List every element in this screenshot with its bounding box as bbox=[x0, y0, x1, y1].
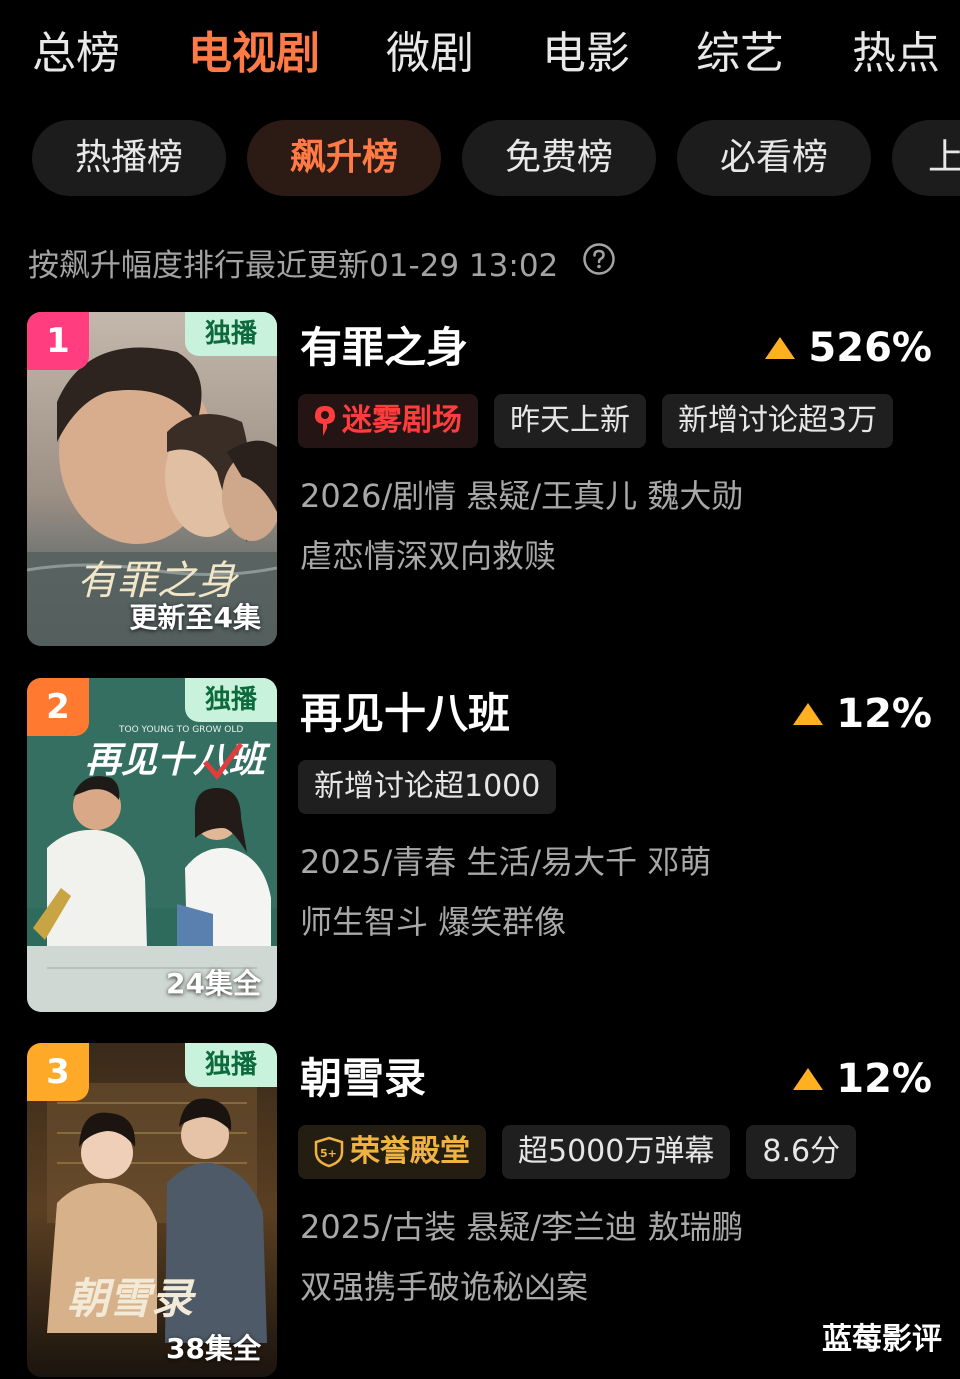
tab-hot[interactable]: 热点 bbox=[852, 26, 940, 82]
rank-badge: 1 bbox=[27, 312, 89, 370]
tag: 8.6分 bbox=[746, 1125, 857, 1179]
tab-overall[interactable]: 总榜 bbox=[32, 26, 120, 82]
tag-label: 迷雾剧场 bbox=[342, 403, 462, 438]
trend-up-icon bbox=[793, 1068, 824, 1090]
tag-label: 荣誉殿堂 bbox=[350, 1134, 470, 1169]
ranking-hint: 按飙升幅度排行最近更新01-29 13:02 bbox=[28, 242, 616, 288]
tab-must-watch[interactable]: 必看榜 bbox=[677, 120, 871, 196]
svg-text:5+: 5+ bbox=[320, 1147, 337, 1160]
item-meta: 2025/古装 悬疑/李兰迪 敖瑞鹏 bbox=[300, 1208, 744, 1246]
trend-value: 12% bbox=[836, 691, 932, 737]
help-icon[interactable] bbox=[582, 242, 616, 288]
tab-micro-drama[interactable]: 微剧 bbox=[386, 26, 474, 82]
tag: 新增讨论超1000 bbox=[298, 760, 557, 814]
tag: 迷雾剧场 bbox=[298, 394, 478, 448]
episode-status: 38集全 bbox=[166, 1332, 261, 1365]
item-slogan: 虐恋情深双向救赎 bbox=[300, 537, 557, 575]
tag: 超5000万弹幕 bbox=[502, 1125, 731, 1179]
tab-tv-series[interactable]: 电视剧 bbox=[188, 26, 320, 82]
ranking-item[interactable]: TOO YOUNG TO GROW OLD 再见十八班 2 独播 24集全 再见… bbox=[0, 678, 960, 1014]
trend: 526% bbox=[764, 320, 932, 376]
tab-rising[interactable]: 飙升榜 bbox=[247, 120, 441, 196]
tab-variety[interactable]: 综艺 bbox=[696, 26, 784, 82]
trend-up-icon bbox=[793, 703, 824, 725]
trend-value: 526% bbox=[808, 325, 932, 371]
tab-free[interactable]: 免费榜 bbox=[462, 120, 656, 196]
item-slogan: 双强携手破诡秘凶案 bbox=[300, 1268, 589, 1306]
tab-partial[interactable]: 上 bbox=[892, 120, 960, 196]
poster-subtitle: TOO YOUNG TO GROW OLD bbox=[118, 725, 243, 735]
exclusive-badge: 独播 bbox=[185, 678, 277, 722]
tag: 新增讨论超3万 bbox=[662, 394, 894, 448]
tag-list: 5+ 荣誉殿堂 超5000万弹幕 8.6分 bbox=[298, 1125, 872, 1179]
watermark: 蓝莓影评 bbox=[822, 1322, 942, 1357]
episode-status: 24集全 bbox=[166, 967, 261, 1000]
trend: 12% bbox=[792, 1051, 932, 1107]
top-category-tabs: 总榜 电视剧 微剧 电影 综艺 热点 bbox=[0, 0, 960, 110]
episode-status: 更新至4集 bbox=[129, 601, 261, 634]
hint-text: 按飙升幅度排行最近更新01-29 13:02 bbox=[28, 248, 559, 284]
poster[interactable]: 朝雪录 3 独播 38集全 bbox=[27, 1043, 277, 1377]
trend: 12% bbox=[792, 686, 932, 742]
exclusive-badge: 独播 bbox=[185, 312, 277, 356]
poster-title-art: 再见十八班 bbox=[85, 740, 271, 781]
item-meta: 2025/青春 生活/易大千 邓萌 bbox=[300, 843, 712, 881]
honor-shield-icon: 5+ bbox=[314, 1136, 344, 1168]
item-slogan: 师生智斗 爆笑群像 bbox=[300, 903, 567, 941]
tag: 昨天上新 bbox=[494, 394, 646, 448]
poster[interactable]: 有罪之身 1 独播 更新至4集 bbox=[27, 312, 277, 646]
theater-logo-icon bbox=[315, 406, 335, 436]
tab-hot-play[interactable]: 热播榜 bbox=[32, 120, 226, 196]
tag: 5+ 荣誉殿堂 bbox=[298, 1125, 486, 1179]
tag-list: 迷雾剧场 昨天上新 新增讨论超3万 bbox=[298, 394, 909, 448]
poster-title-art: 朝雪录 bbox=[67, 1274, 197, 1323]
item-title[interactable]: 朝雪录 bbox=[300, 1051, 426, 1107]
trend-up-icon bbox=[765, 337, 796, 359]
exclusive-badge: 独播 bbox=[185, 1043, 277, 1087]
ranking-item[interactable]: 朝雪录 3 独播 38集全 朝雪录 12% 5+ 荣誉殿堂 超5000万弹幕 8… bbox=[0, 1043, 960, 1379]
rank-badge: 3 bbox=[27, 1043, 89, 1101]
trend-value: 12% bbox=[836, 1056, 932, 1102]
poster[interactable]: TOO YOUNG TO GROW OLD 再见十八班 2 独播 24集全 bbox=[27, 678, 277, 1012]
tag-list: 新增讨论超1000 bbox=[298, 760, 572, 814]
item-title[interactable]: 有罪之身 bbox=[300, 320, 468, 376]
item-meta: 2026/剧情 悬疑/王真儿 魏大勋 bbox=[300, 477, 744, 515]
sub-tabs: 热播榜 飙升榜 免费榜 必看榜 上 bbox=[0, 120, 960, 198]
rank-badge: 2 bbox=[27, 678, 89, 736]
item-title[interactable]: 再见十八班 bbox=[300, 686, 510, 742]
ranking-item[interactable]: 有罪之身 1 独播 更新至4集 有罪之身 526% 迷雾剧场 昨天上新 新增讨论… bbox=[0, 312, 960, 648]
tab-movie[interactable]: 电影 bbox=[542, 26, 630, 82]
